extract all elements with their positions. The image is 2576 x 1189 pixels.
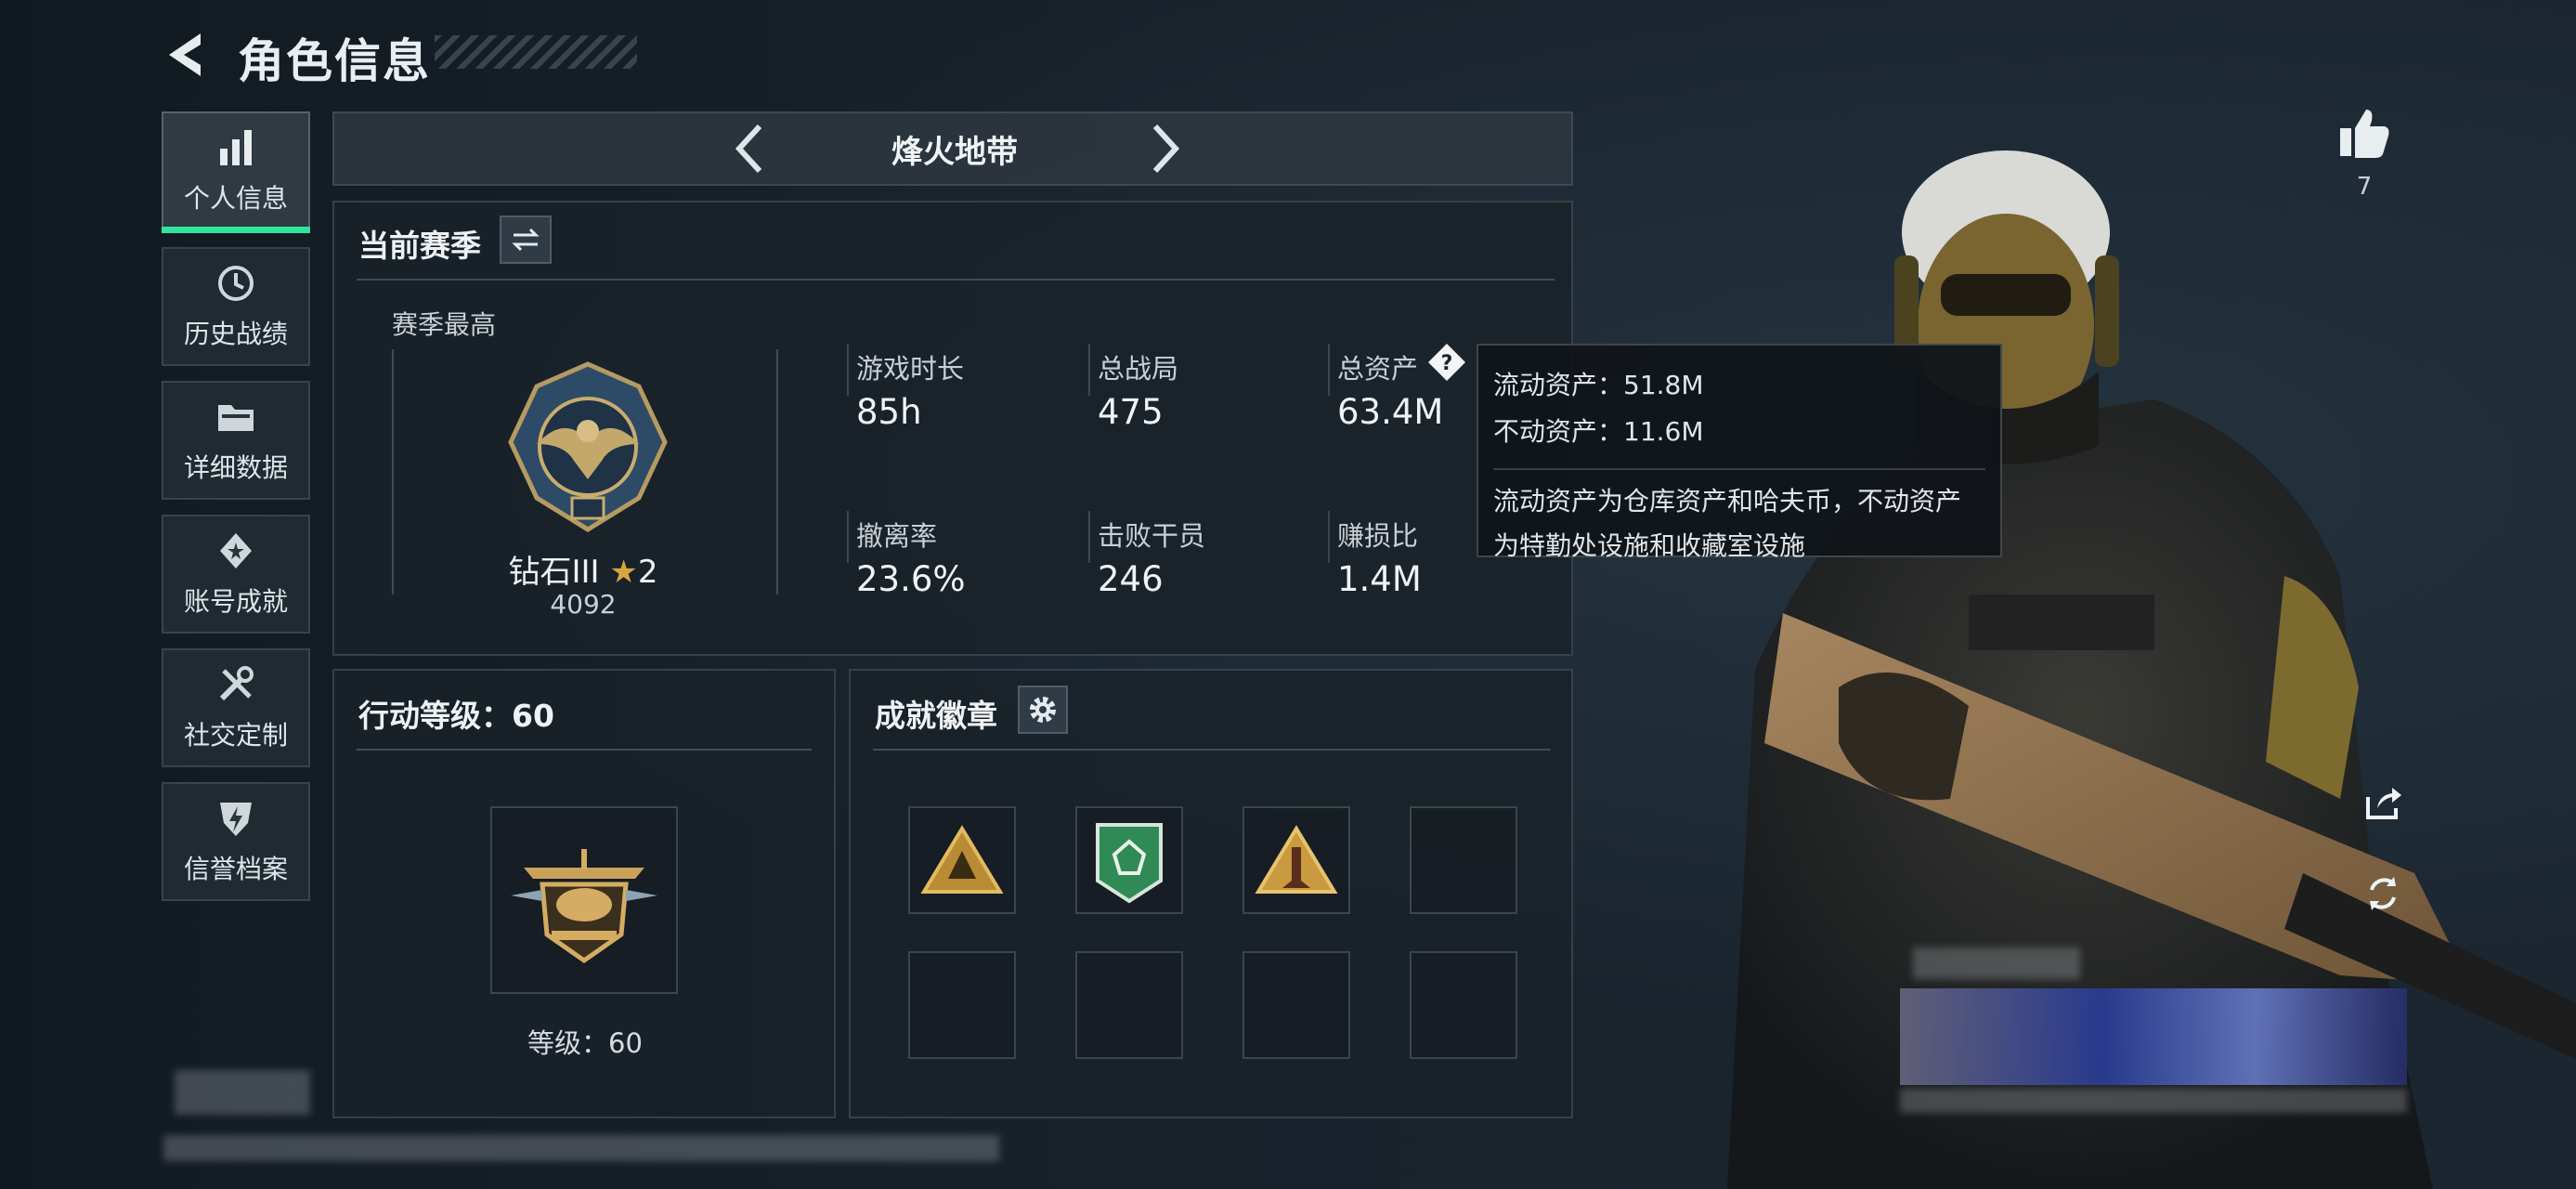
stat-separator [1088,344,1090,396]
season-switch-button[interactable] [500,216,552,264]
redacted-name [1913,947,2080,979]
medal-icon [220,533,252,568]
action-level-panel: 行动等级：60 等级：60 [332,669,836,1118]
tooltip-liquid-assets: 流动资产：51.8M [1493,370,1704,400]
rank-emblem-icon [508,361,668,532]
stat-separator [847,344,849,396]
action-level-divider [357,749,812,751]
achievements-divider [873,749,1551,751]
sidebar-item-achievements[interactable]: 账号成就 [162,515,310,634]
stat-playtime-value: 85h [856,392,922,432]
stat-separator [847,511,849,563]
stat-profit-ratio-label: 赚损比 [1337,520,1419,552]
stat-assets-value: 63.4M [1337,392,1444,432]
bar-chart-icon [220,130,252,165]
share-icon[interactable] [2362,782,2403,823]
sidebar-item-label: 详细数据 [183,452,288,483]
history-clock-icon [218,266,254,301]
badge-slot-empty[interactable] [1410,951,1517,1059]
title-hatch-decoration [435,35,637,69]
refresh-icon[interactable] [2362,873,2403,914]
shield-bolt-icon [220,803,252,836]
like-count: 7 [2356,173,2373,201]
sidebar-item-social[interactable]: 社交定制 [162,648,310,767]
badge-slot-empty[interactable] [1410,806,1517,914]
redacted-banner-text [1900,1089,2407,1113]
page-title: 角色信息 [238,34,431,88]
player-banner-image [1900,988,2407,1085]
helicopter-emblem-icon [511,849,657,964]
season-title: 当前赛季 [358,228,481,264]
rank-name: 钻石III [508,554,600,591]
rank-stars: 2 [637,554,658,591]
redacted-button[interactable] [175,1070,310,1115]
sidebar-item-label: 社交定制 [183,720,288,751]
sidebar-item-details[interactable]: 详细数据 [162,381,310,500]
thumbs-up-icon[interactable] [2336,106,2392,162]
sidebar-item-label: 个人信息 [183,183,288,214]
back-arrow-icon[interactable] [160,28,215,82]
swap-arrows-icon [512,228,540,252]
gold-triangle-badge-icon [920,825,1004,894]
stat-playtime-label: 游戏时长 [856,353,965,385]
badge-slot-empty[interactable] [1075,951,1183,1059]
achievement-badges-panel: 成就徽章 [849,669,1573,1118]
chevron-left-icon[interactable] [724,121,780,176]
stat-extract-rate-label: 撤离率 [856,520,938,552]
mode-title: 烽火地带 [891,133,1018,171]
rank-points: 4092 [550,589,617,620]
help-question-icon[interactable]: ? [1426,342,1467,383]
tools-icon [219,666,254,701]
green-shield-badge-icon [1096,823,1163,904]
gear-icon [1030,697,1056,723]
badge-slot[interactable] [908,806,1016,914]
sidebar-item-label: 信誉档案 [183,854,288,884]
action-level-emblem-frame [490,806,678,994]
sidebar-item-profile[interactable]: 个人信息 [162,111,310,230]
current-season-panel: 当前赛季 赛季最高 钻石III ★2 4092 游戏时长 85h 总战局 475… [332,201,1573,656]
tooltip-description-line: 为特勤处设施和收藏室设施 [1493,530,1806,561]
badge-slot-empty[interactable] [908,951,1016,1059]
active-tab-indicator [162,227,310,233]
sidebar-item-credit[interactable]: 信誉档案 [162,782,310,901]
stat-extract-rate-value: 23.6% [856,559,966,599]
badge-slot[interactable] [1075,806,1183,914]
achievements-title: 成就徽章 [875,698,997,734]
stat-profit-ratio-value: 1.4M [1337,559,1422,599]
stat-separator [1328,344,1330,396]
rank-name-row: 钻石III ★2 [392,546,774,592]
sidebar-item-label: 账号成就 [183,586,288,617]
tooltip-description: 流动资产为仓库资产和哈夫币，不动资产 为特勤处设施和收藏室设施 [1493,468,1985,568]
assets-tooltip: 流动资产：51.8M 不动资产：11.6M 流动资产为仓库资产和哈夫币，不动资产… [1477,344,2002,561]
sidebar-item-history[interactable]: 历史战绩 [162,247,310,366]
badge-slot[interactable] [1242,806,1350,914]
stat-assets-label: 总资产 [1337,353,1419,385]
season-best-label: 赛季最高 [392,309,497,340]
badge-settings-button[interactable] [1018,686,1068,734]
redacted-footer-text [163,1135,999,1161]
chevron-right-icon[interactable] [1135,121,1190,176]
action-level-title: 行动等级：60 [358,698,554,734]
folder-icon [218,405,254,431]
svg-text:?: ? [1441,352,1453,375]
action-level-value: 等级：60 [527,1027,643,1059]
stat-kills-label: 击败干员 [1098,520,1206,552]
stat-matches-value: 475 [1098,392,1164,432]
sidebar-item-label: 历史战绩 [183,319,288,349]
tooltip-fixed-assets: 不动资产：11.6M [1493,416,1704,447]
gold-rocket-badge-icon [1255,825,1338,894]
stat-matches-label: 总战局 [1098,353,1179,385]
stat-kills-value: 246 [1098,559,1164,599]
badge-slot-empty[interactable] [1242,951,1350,1059]
stat-separator [1328,511,1330,563]
tooltip-description-line: 流动资产为仓库资产和哈夫币，不动资产 [1493,486,1962,516]
stat-separator [1088,511,1090,563]
mode-navigator: 烽火地带 [332,111,1573,186]
star-icon: ★ [609,554,638,591]
season-divider [357,279,1555,281]
